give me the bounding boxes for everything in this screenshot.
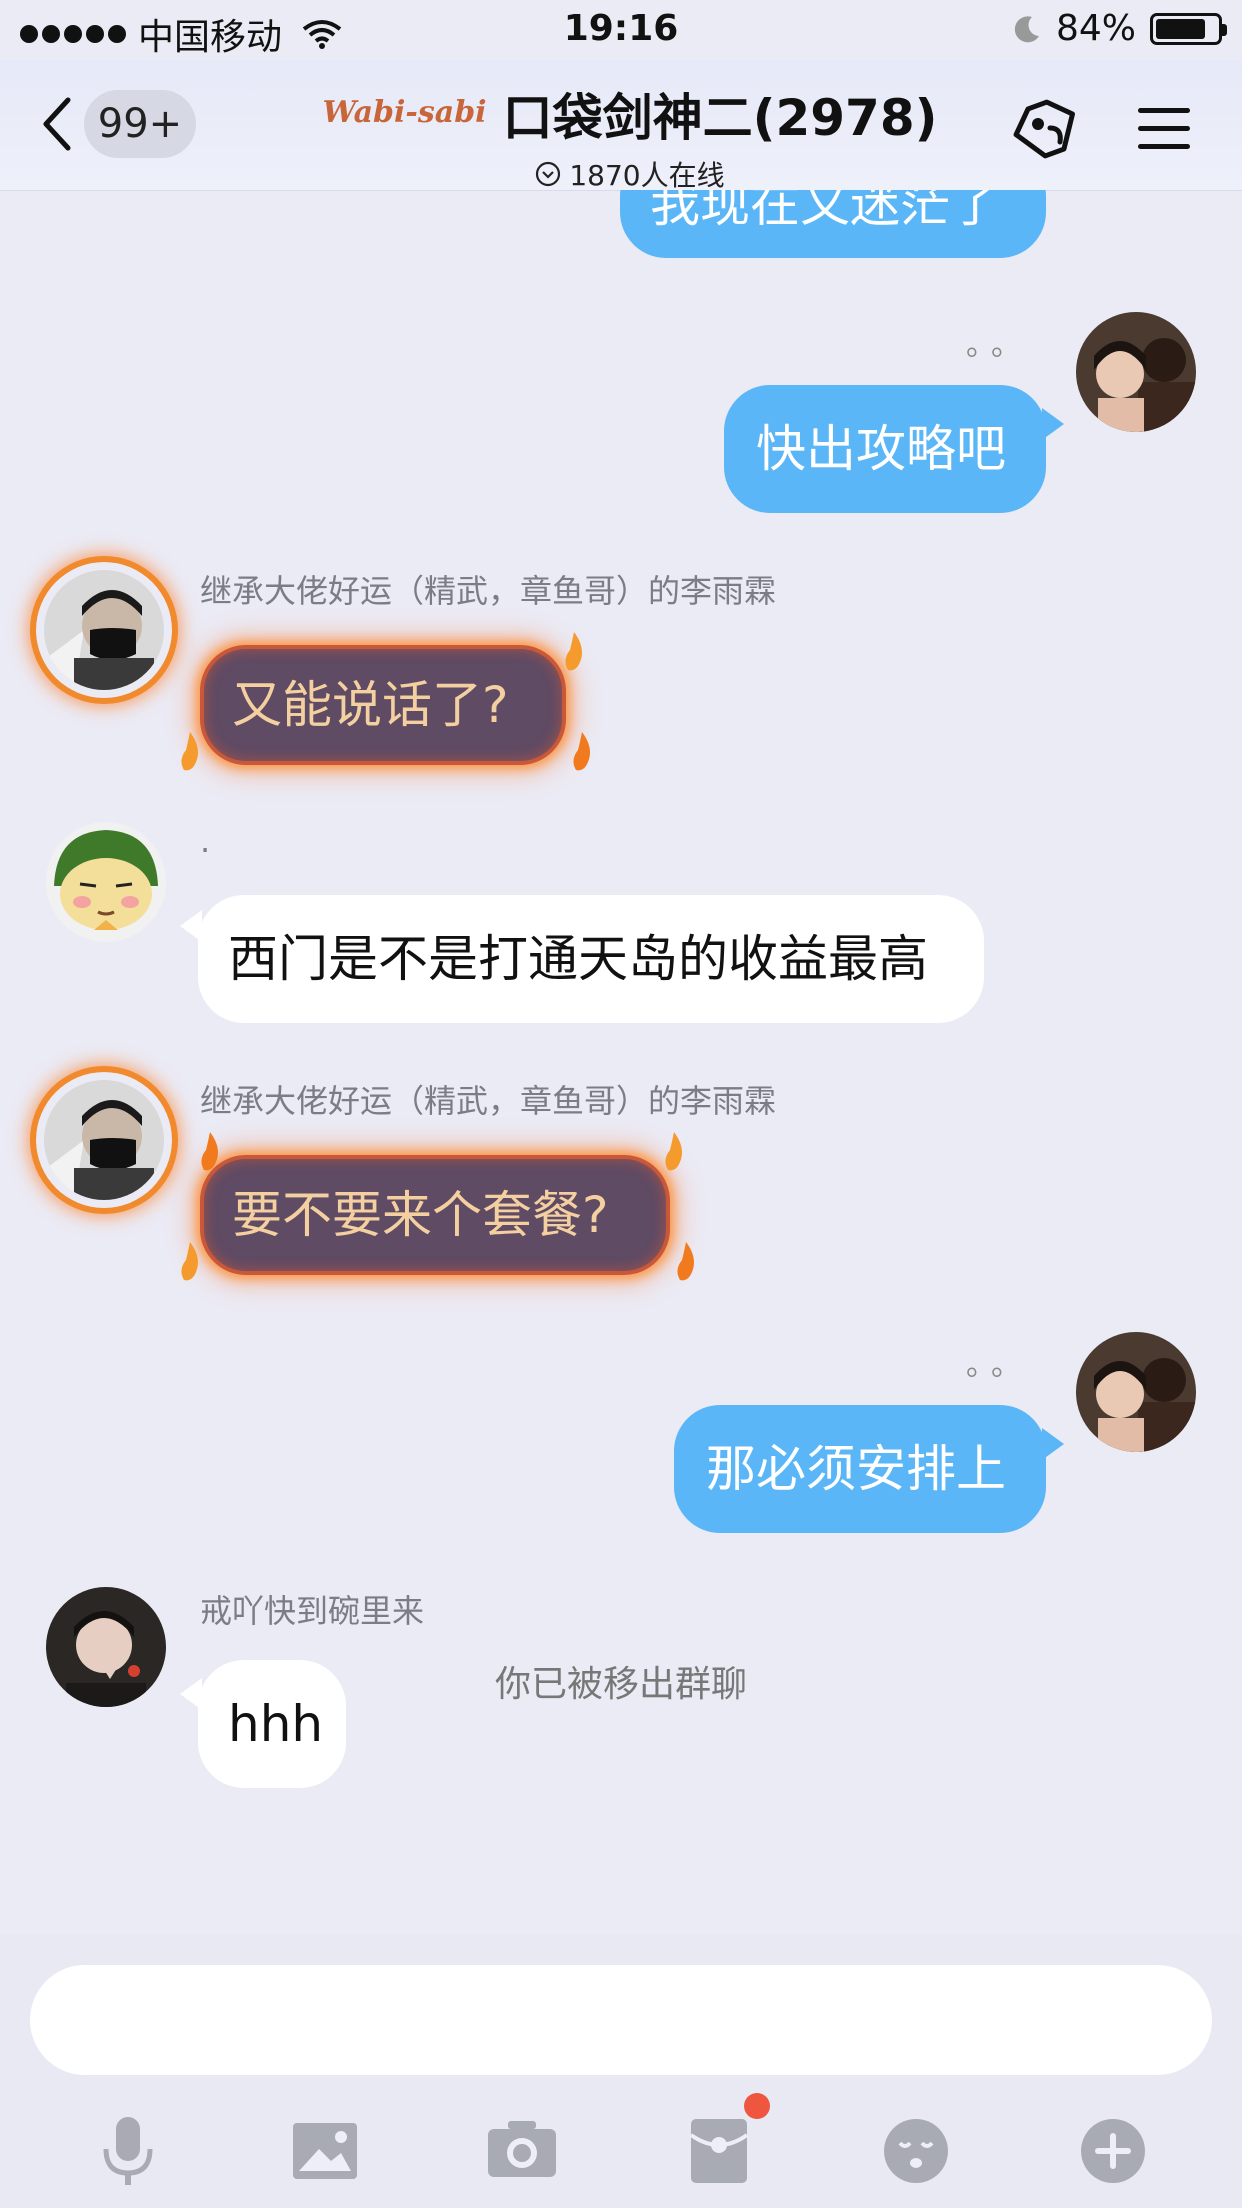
avatar[interactable] — [44, 1080, 164, 1200]
system-message: 你已被移出群聊 — [494, 1664, 747, 1705]
moon-icon — [1014, 15, 1039, 42]
flame-icon — [181, 1242, 198, 1281]
microphone-icon — [103, 2117, 153, 2185]
sender-name: 戒吖快到碗里来 — [200, 1592, 425, 1630]
avatar[interactable] — [44, 570, 164, 690]
group-title: 口袋剑神二(2978) — [502, 89, 938, 147]
menu-icon[interactable] — [1136, 105, 1192, 153]
flame-icon — [181, 732, 198, 771]
message-text: 快出攻略吧 — [756, 420, 1006, 478]
chevron-left-icon — [43, 97, 71, 151]
nav-actions — [1010, 98, 1192, 160]
message-bubble[interactable]: 我现在又迷茫了 — [620, 190, 1046, 258]
red-packet-icon — [689, 2119, 749, 2183]
sender-name: . — [200, 822, 211, 860]
avatar[interactable] — [1076, 1332, 1196, 1452]
emoji-icon — [884, 2119, 948, 2183]
notification-dot — [744, 2093, 770, 2119]
flame-icon — [201, 1132, 218, 1171]
red-packet-button[interactable] — [679, 2111, 759, 2191]
bubble-tail — [1042, 1428, 1064, 1460]
masked-person-avatar — [44, 570, 164, 690]
message-text: 我现在又迷茫了 — [650, 190, 1000, 233]
message-bubble[interactable]: 要不要来个套餐? — [200, 1155, 670, 1275]
message-bubble[interactable]: 快出攻略吧 — [724, 385, 1046, 513]
battery-percent: 84% — [1055, 8, 1136, 49]
plus-icon — [1081, 2119, 1145, 2183]
bubble-tail — [1042, 408, 1064, 440]
flame-icon — [665, 1132, 682, 1171]
camera-button[interactable] — [482, 2111, 562, 2191]
typing-indicator: 。。 — [966, 1348, 1031, 1383]
group-tag-icon[interactable] — [1010, 98, 1082, 160]
message-text: 西门是不是打通天岛的收益最高 — [228, 930, 928, 988]
message-bubble[interactable]: 西门是不是打通天岛的收益最高 — [198, 895, 984, 1023]
unread-badge: 99+ — [84, 90, 196, 158]
navigation-bar: 99+ Wabi-sabi 口袋剑神二(2978) 1870人在线 — [0, 60, 1242, 194]
avatar[interactable] — [46, 822, 166, 942]
voice-button[interactable] — [88, 2111, 168, 2191]
message-text: 那必须安排上 — [706, 1440, 1006, 1498]
flame-icon — [565, 632, 582, 671]
avatar[interactable] — [1076, 312, 1196, 432]
chevron-circle-icon — [536, 161, 561, 187]
camera-icon — [488, 2121, 556, 2177]
image-icon — [293, 2123, 357, 2179]
battery-fill — [1156, 18, 1205, 39]
masked-person-avatar — [44, 1080, 164, 1200]
online-count: 1870人在线 — [569, 159, 725, 192]
message-bubble[interactable]: 那必须安排上 — [674, 1405, 1046, 1533]
emoji-button[interactable] — [876, 2111, 956, 2191]
couple-avatar — [1076, 1332, 1196, 1452]
message-text: 又能说话了? — [232, 676, 509, 734]
input-toolbar — [0, 2093, 1242, 2195]
more-button[interactable] — [1073, 2111, 1153, 2191]
typing-indicator: 。。 — [966, 328, 1031, 363]
status-right: 84% — [1012, 8, 1227, 49]
message-input[interactable] — [30, 1965, 1212, 2075]
input-area — [0, 1935, 1242, 2208]
back-button[interactable]: 99+ — [40, 90, 196, 158]
flame-icon — [573, 732, 590, 771]
title-row: Wabi-sabi 口袋剑神二(2978) — [260, 78, 1000, 150]
chat-area[interactable]: 我现在又迷茫了 。。 快出攻略吧 继承大佬好运（精武，章鱼哥）的李雨霖 又能说话… — [0, 190, 1242, 1935]
image-button[interactable] — [285, 2111, 365, 2191]
online-status: 1870人在线 — [260, 154, 1000, 194]
sender-name: 继承大佬好运（精武，章鱼哥）的李雨霖 — [200, 1082, 777, 1120]
message-text: 要不要来个套餐? — [232, 1186, 609, 1244]
sender-name: 继承大佬好运（精武，章鱼哥）的李雨霖 — [200, 572, 777, 610]
flame-icon — [677, 1242, 694, 1281]
couple-avatar — [1076, 312, 1196, 432]
chat-header[interactable]: Wabi-sabi 口袋剑神二(2978) 1870人在线 — [260, 78, 1000, 194]
status-bar: 中国移动 19:16 84% — [0, 0, 1242, 60]
brand-logo: Wabi-sabi — [322, 94, 487, 130]
message-bubble[interactable]: 又能说话了? — [200, 645, 566, 765]
battery-icon — [1150, 12, 1227, 45]
cartoon-avatar — [46, 822, 166, 942]
